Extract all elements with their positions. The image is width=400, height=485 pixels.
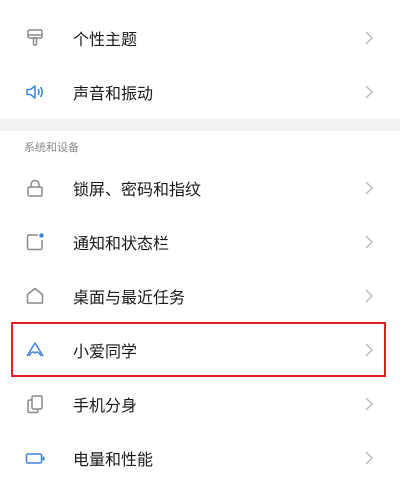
chevron-right-icon — [364, 450, 374, 466]
section-title: 系统和设备 — [24, 141, 79, 154]
lock-icon — [24, 177, 46, 199]
settings-item-label: 个性主题 — [73, 30, 138, 49]
settings-item-second-space[interactable]: 手机分身 — [0, 377, 400, 431]
settings-item-label: 通知和状态栏 — [73, 234, 170, 253]
section-header: 系统和设备 — [0, 131, 400, 161]
chevron-right-icon — [364, 396, 374, 412]
home-icon — [24, 285, 46, 307]
notification-icon — [24, 231, 46, 253]
settings-item-label: 桌面与最近任务 — [73, 288, 186, 307]
chevron-right-icon — [364, 234, 374, 250]
settings-item-label: 声音和振动 — [73, 84, 154, 103]
settings-item-label: 锁屏、密码和指纹 — [73, 180, 202, 199]
chevron-right-icon — [364, 84, 374, 100]
battery-icon — [24, 447, 46, 469]
settings-item-label: 手机分身 — [73, 396, 138, 415]
xiaoai-assistant-icon — [24, 339, 46, 361]
settings-item-home-screen[interactable]: 桌面与最近任务 — [0, 269, 400, 323]
chevron-right-icon — [364, 288, 374, 304]
section-divider — [0, 119, 400, 131]
settings-item-notifications[interactable]: 通知和状态栏 — [0, 215, 400, 269]
dual-phone-icon — [24, 393, 46, 415]
speaker-icon — [24, 81, 46, 103]
settings-item-label: 电量和性能 — [73, 450, 154, 469]
settings-item-theme[interactable]: 个性主题 — [0, 11, 400, 65]
settings-item-lock-screen[interactable]: 锁屏、密码和指纹 — [0, 161, 400, 215]
chevron-right-icon — [364, 342, 374, 358]
theme-brush-icon — [24, 27, 46, 49]
chevron-right-icon — [364, 180, 374, 196]
settings-item-xiaoai[interactable]: 小爱同学 — [0, 323, 400, 377]
settings-item-label: 小爱同学 — [73, 342, 138, 361]
settings-item-battery[interactable]: 电量和性能 — [0, 431, 400, 485]
settings-item-sound[interactable]: 声音和振动 — [0, 65, 400, 119]
chevron-right-icon — [364, 30, 374, 46]
